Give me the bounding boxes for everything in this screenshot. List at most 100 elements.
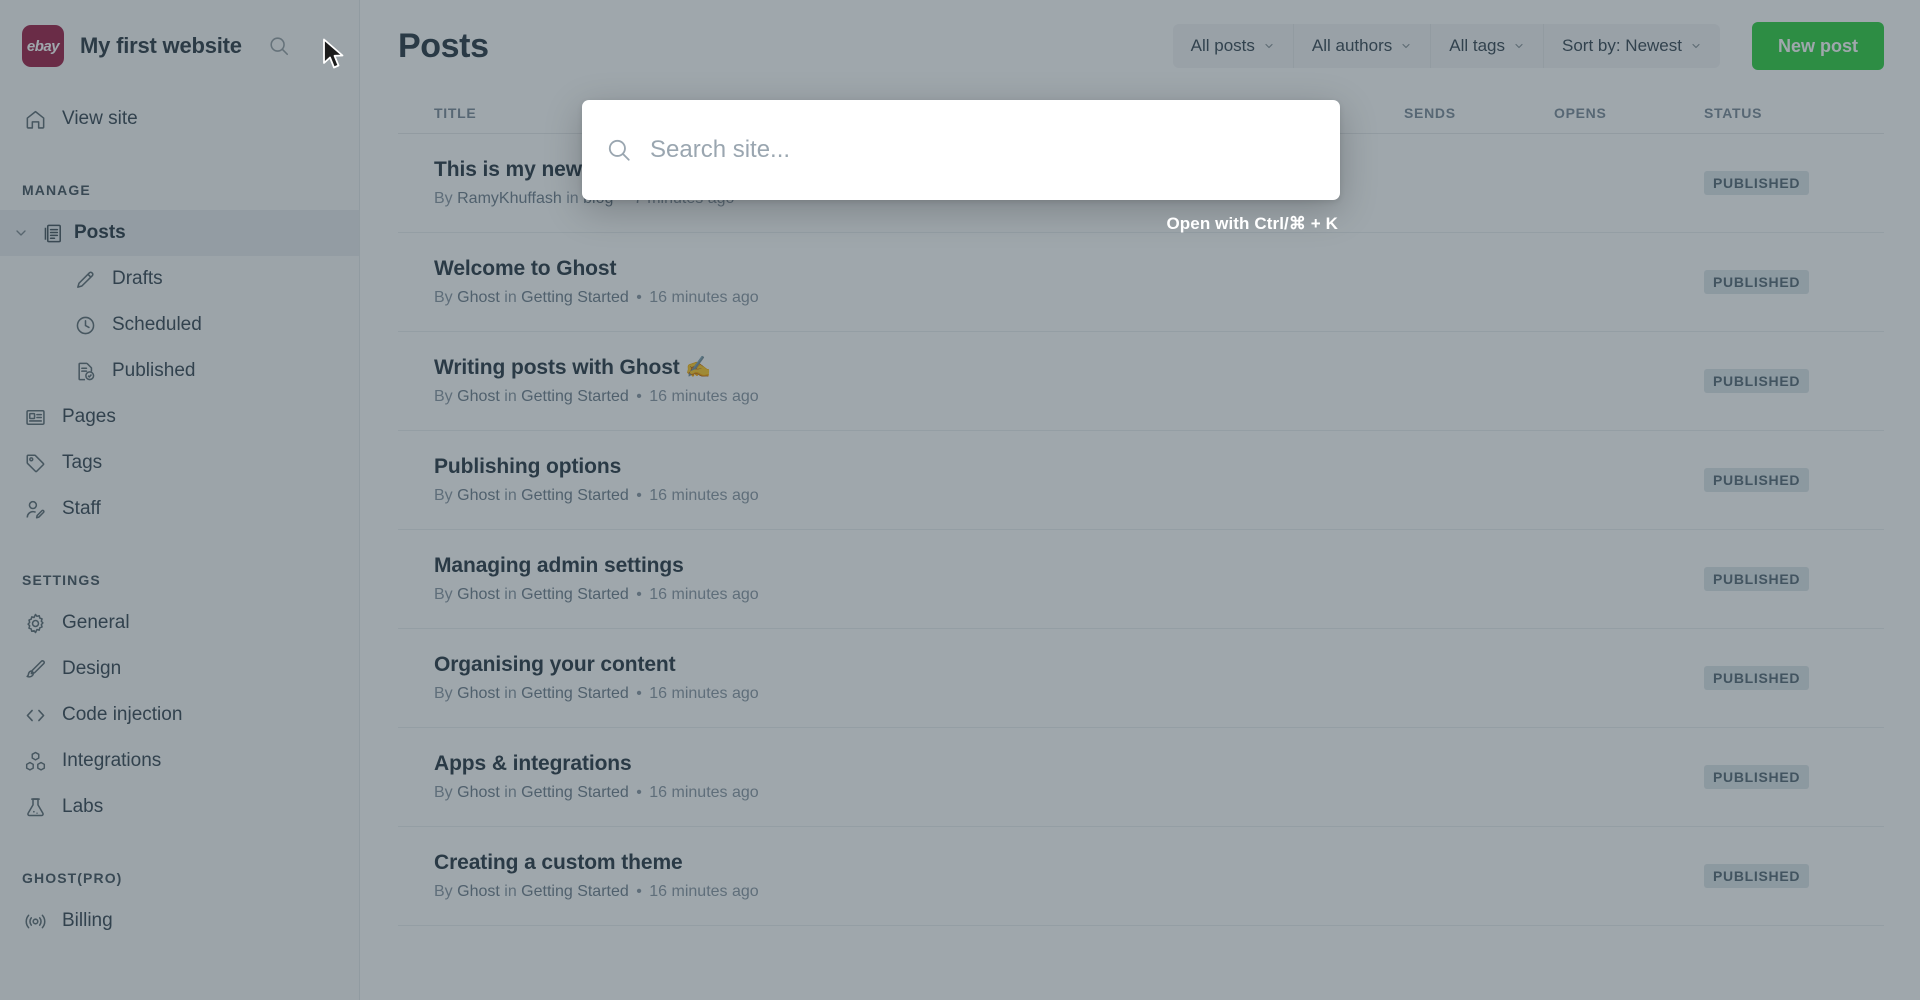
sidebar-item-label: Integrations	[62, 750, 162, 771]
post-status-cell: PUBLISHED	[1704, 468, 1884, 492]
post-time: 16 minutes ago	[649, 883, 759, 900]
sidebar-item-tags[interactable]: Tags	[0, 440, 359, 486]
post-author[interactable]: Ghost	[457, 289, 500, 306]
post-by-label: By	[434, 784, 458, 801]
table-row[interactable]: Apps & integrations By Ghost in Getting S…	[398, 728, 1884, 827]
post-in-label: in	[499, 883, 522, 900]
brush-icon	[22, 656, 48, 682]
post-title[interactable]: Apps & integrations	[434, 752, 1404, 776]
blocks-icon	[22, 748, 48, 774]
sidebar-item-published[interactable]: Published	[0, 348, 359, 394]
new-post-button[interactable]: New post	[1751, 22, 1884, 70]
post-in-label: in	[499, 487, 522, 504]
sidebar-group-ghost-pro: GHOST(PRO)	[22, 870, 123, 886]
search-input[interactable]	[650, 136, 1316, 164]
post-title[interactable]: Organising your content	[434, 653, 1404, 677]
post-tag[interactable]: Getting Started	[521, 586, 629, 603]
sidebar-item-billing[interactable]: Billing	[0, 898, 359, 944]
post-tag[interactable]: Getting Started	[521, 289, 629, 306]
meta-separator: •	[631, 289, 647, 306]
sidebar-item-staff[interactable]: Staff	[0, 486, 359, 532]
page-header: Posts All posts All authors All tags Sor…	[360, 0, 1920, 92]
post-title[interactable]: Managing admin settings	[434, 554, 1404, 578]
chevron-down-icon	[1263, 40, 1275, 52]
table-row[interactable]: Managing admin settings By Ghost in Getti…	[398, 530, 1884, 629]
sidebar-group-manage: MANAGE	[22, 182, 91, 198]
post-in-label: in	[499, 289, 522, 306]
all-posts-filter[interactable]: All posts	[1173, 24, 1294, 68]
post-tag[interactable]: Getting Started	[521, 883, 629, 900]
all-authors-filter[interactable]: All authors	[1294, 24, 1432, 68]
sidebar-item-design[interactable]: Design	[0, 646, 359, 692]
post-in-label: in	[561, 190, 584, 207]
sidebar-header: ebay My first website	[0, 0, 359, 92]
sidebar-item-view-site[interactable]: View site	[0, 96, 359, 142]
post-author[interactable]: Ghost	[457, 784, 500, 801]
sidebar-group-settings: SETTINGS	[22, 572, 101, 588]
meta-separator: •	[631, 388, 647, 405]
post-tag[interactable]: Getting Started	[521, 685, 629, 702]
status-badge: PUBLISHED	[1704, 270, 1810, 294]
status-badge: PUBLISHED	[1704, 369, 1810, 393]
filter-toolbar: All posts All authors All tags Sort by: …	[1172, 24, 1720, 68]
sidebar-item-general[interactable]: General	[0, 600, 359, 646]
post-by-label: By	[434, 289, 458, 306]
search-box[interactable]	[582, 100, 1340, 200]
search-icon[interactable]	[264, 31, 294, 61]
sidebar-item-labs[interactable]: Labs	[0, 784, 359, 830]
post-author[interactable]: Ghost	[457, 586, 500, 603]
sidebar-item-scheduled[interactable]: Scheduled	[0, 302, 359, 348]
sidebar-item-drafts[interactable]: Drafts	[0, 256, 359, 302]
billing-icon	[22, 908, 48, 934]
post-status-cell: PUBLISHED	[1704, 864, 1884, 888]
home-icon	[22, 106, 48, 132]
post-meta: By Ghost in Getting Started • 16 minutes…	[434, 685, 1404, 703]
search-modal: Open with Ctrl/⌘ + K	[582, 100, 1340, 234]
site-title[interactable]: My first website	[80, 33, 242, 59]
sidebar: ebay My first website View site MANAGE P…	[0, 0, 360, 1000]
page-title: Posts	[398, 26, 489, 65]
post-cell: Apps & integrations By Ghost in Getting S…	[398, 752, 1404, 802]
column-header-status: STATUS	[1704, 104, 1763, 121]
post-meta: By Ghost in Getting Started • 16 minutes…	[434, 289, 1404, 307]
chevron-down-icon[interactable]	[10, 222, 32, 244]
post-author[interactable]: RamyKhuffash	[457, 190, 562, 207]
post-title[interactable]: Writing posts with Ghost ✍️	[434, 356, 1404, 380]
sidebar-item-label: Staff	[62, 498, 101, 519]
post-author[interactable]: Ghost	[457, 487, 500, 504]
table-row[interactable]: Welcome to Ghost By Ghost in Getting Star…	[398, 233, 1884, 332]
post-author[interactable]: Ghost	[457, 685, 500, 702]
status-badge: PUBLISHED	[1704, 171, 1810, 195]
table-row[interactable]: Writing posts with Ghost ✍️ By Ghost in G…	[398, 332, 1884, 431]
post-title[interactable]: Publishing options	[434, 455, 1404, 479]
sort-by-filter[interactable]: Sort by: Newest	[1544, 24, 1720, 68]
site-logo[interactable]: ebay	[22, 25, 64, 67]
post-meta: By Ghost in Getting Started • 16 minutes…	[434, 586, 1404, 604]
post-title[interactable]: Welcome to Ghost	[434, 257, 1404, 281]
post-tag[interactable]: Getting Started	[521, 784, 629, 801]
table-row[interactable]: Publishing options By Ghost in Getting St…	[398, 431, 1884, 530]
pages-icon	[22, 404, 48, 430]
sidebar-item-pages[interactable]: Pages	[0, 394, 359, 440]
post-in-label: in	[499, 388, 522, 405]
table-row[interactable]: Organising your content By Ghost in Getti…	[398, 629, 1884, 728]
post-author[interactable]: Ghost	[457, 388, 500, 405]
post-tag[interactable]: Getting Started	[521, 487, 629, 504]
sidebar-item-label: Design	[62, 658, 122, 679]
sidebar-item-posts[interactable]: Posts	[0, 210, 359, 256]
post-tag[interactable]: Getting Started	[521, 388, 629, 405]
post-time: 16 minutes ago	[649, 289, 759, 306]
post-meta: By Ghost in Getting Started • 16 minutes…	[434, 487, 1404, 505]
sidebar-item-integrations[interactable]: Integrations	[0, 738, 359, 784]
post-meta: By Ghost in Getting Started • 16 minutes…	[434, 883, 1404, 901]
post-cell: Organising your content By Ghost in Getti…	[398, 653, 1404, 703]
post-author[interactable]: Ghost	[457, 883, 500, 900]
sidebar-item-code-injection[interactable]: Code injection	[0, 692, 359, 738]
filter-label: Sort by: Newest	[1561, 36, 1682, 55]
post-title[interactable]: Creating a custom theme	[434, 851, 1404, 875]
sidebar-item-label: Scheduled	[112, 314, 202, 335]
post-by-label: By	[434, 586, 458, 603]
table-row[interactable]: Creating a custom theme By Ghost in Getti…	[398, 827, 1884, 926]
all-tags-filter[interactable]: All tags	[1431, 24, 1544, 68]
post-cell: Managing admin settings By Ghost in Getti…	[398, 554, 1404, 604]
